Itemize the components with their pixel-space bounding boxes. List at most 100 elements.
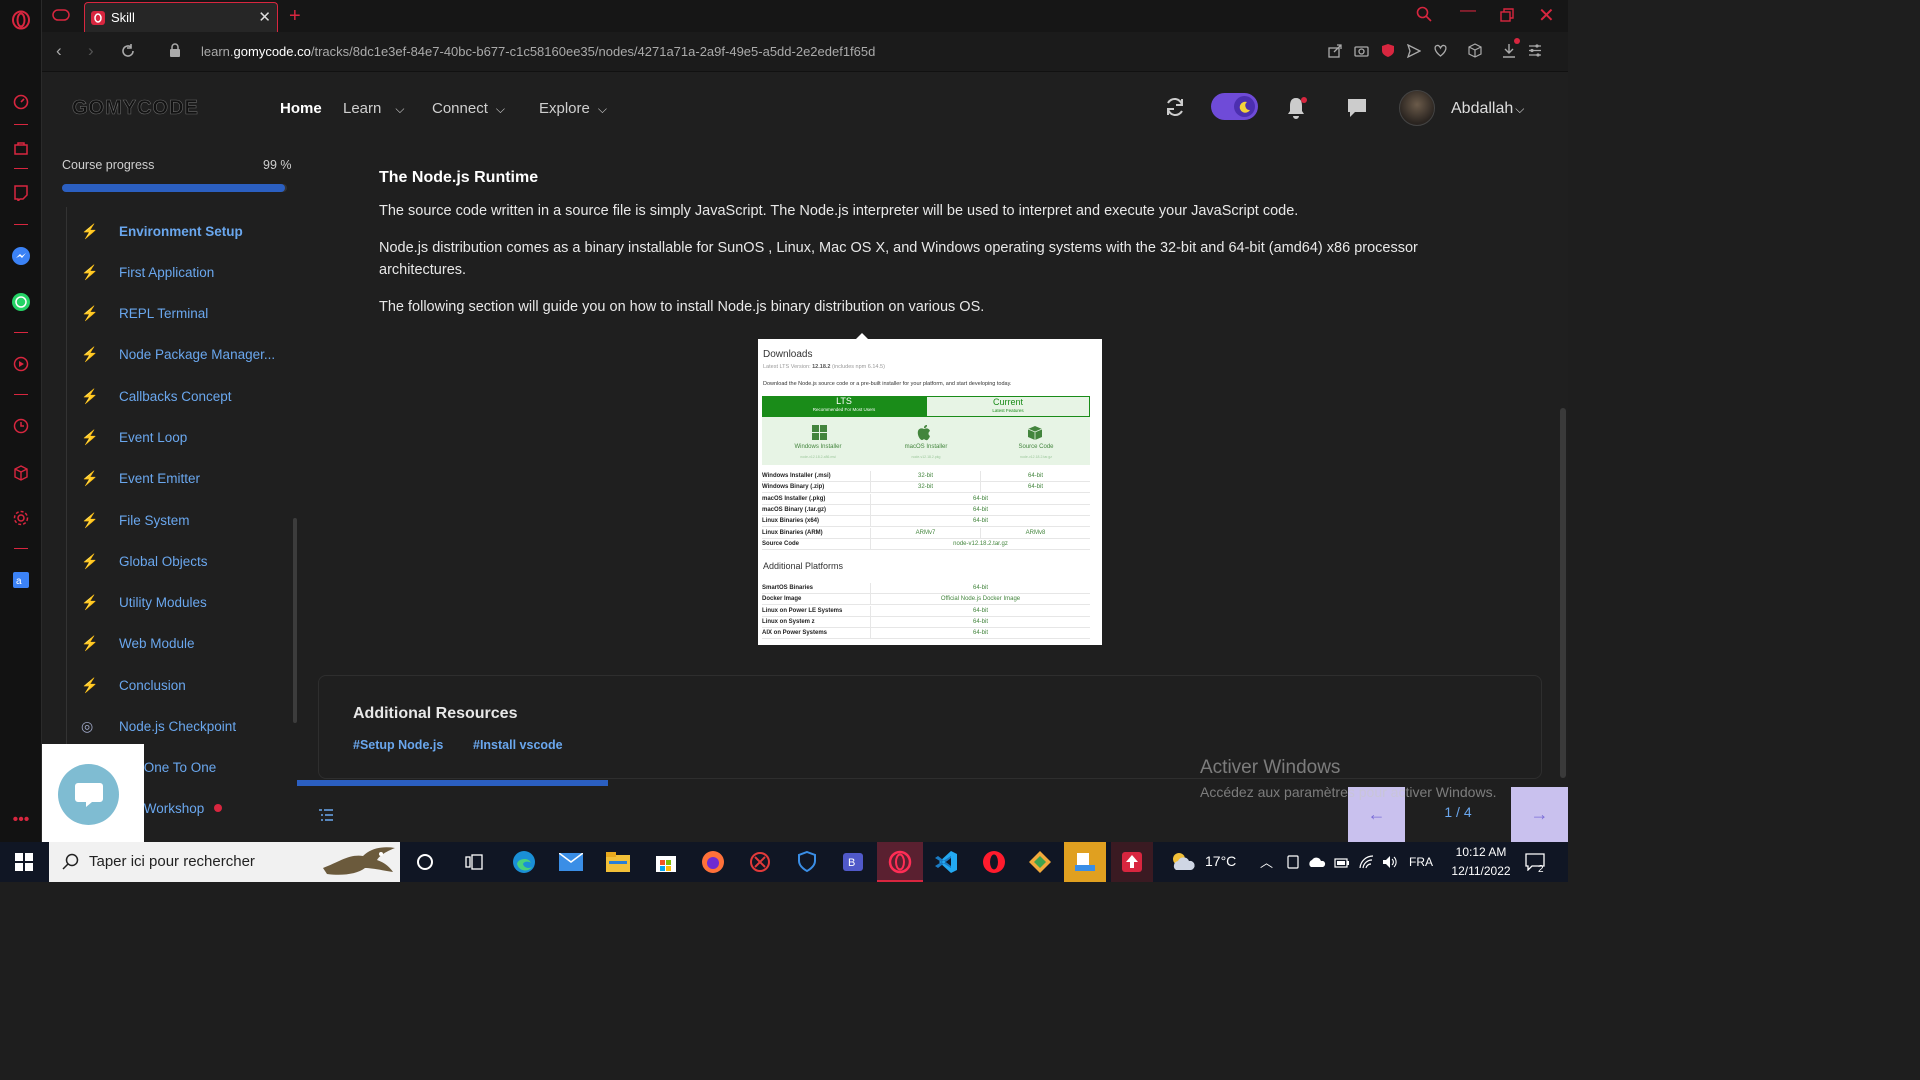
cortana-icon[interactable] [411,848,439,876]
resource-link-install-vscode[interactable]: #Install vscode [473,738,563,752]
download-link[interactable]: 64-bit [870,493,1090,504]
download-link[interactable]: Official Node.js Docker Image [870,594,1090,605]
share-icon[interactable] [1328,43,1342,63]
minimize-icon[interactable]: — [1460,2,1476,20]
download-link[interactable]: 32-bit [870,471,980,481]
chat-icon[interactable] [1346,97,1368,124]
sidebar-item-4[interactable]: ⚡ Node Package Manager... [77,339,297,369]
search-tabs-icon[interactable] [1416,6,1432,27]
clock-time[interactable]: 10:12 AM [1445,845,1517,859]
nav-explore[interactable]: Explore ⌵ [539,100,607,117]
user-menu[interactable]: Abdallah ⌵ [1451,100,1524,118]
sidebar-item-9[interactable]: ⚡ Global Objects [77,546,297,576]
download-link[interactable]: 64-bit [870,504,1090,515]
nav-learn[interactable]: Learn ⌵ [343,100,404,117]
taskbar-search-box[interactable]: Taper ici pour rechercher [49,842,400,882]
download-link[interactable]: 64-bit [870,628,1090,639]
whatsapp-icon[interactable] [9,290,33,314]
history-icon[interactable] [9,414,33,438]
adblock-shield-icon[interactable] [1381,43,1395,63]
chat-widget-button[interactable] [58,764,119,825]
theme-toggle[interactable] [1211,93,1258,120]
sidebar-item-5[interactable]: ⚡ Callbacks Concept [77,381,297,411]
tab-skill[interactable]: Skill ✕ [84,2,278,32]
resource-link-setup-node[interactable]: #Setup Node.js [353,738,443,752]
player-icon[interactable] [9,352,33,376]
gomycode-logo[interactable]: GOMYCODE [72,97,199,120]
taskbar-upload-app[interactable] [1111,842,1153,882]
download-link[interactable]: ARMv8 [980,527,1090,538]
firefox-icon[interactable] [699,848,727,876]
heart-icon[interactable] [1433,44,1448,62]
download-link[interactable]: 64-bit [870,605,1090,616]
avatar[interactable] [1399,90,1435,126]
new-tab-icon[interactable]: + [289,5,301,28]
twitch-icon[interactable] [9,181,33,205]
extensions-cube-icon[interactable] [9,461,33,485]
sidebar-item-7[interactable]: ⚡ Event Emitter [77,463,297,493]
more-dots-icon[interactable]: ••• [9,808,33,832]
sidebar-item-1[interactable]: ⚡ Environment Setup [77,216,297,246]
gamepad-icon[interactable] [52,8,70,27]
tray-wifi-icon[interactable] [1359,855,1375,874]
tray-meet-icon[interactable] [1286,855,1300,874]
edge-icon[interactable] [510,848,538,876]
send-icon[interactable] [1406,43,1422,63]
download-link[interactable]: 64-bit [870,516,1090,527]
download-link[interactable]: 64-bit [980,471,1090,481]
opera-icon[interactable] [980,848,1008,876]
outline-list-icon[interactable] [318,808,334,827]
tray-onedrive-icon[interactable] [1308,855,1326,874]
settings-gear-icon[interactable] [9,506,33,530]
lock-icon[interactable] [169,43,181,63]
url-field[interactable]: learn.gomycode.co/tracks/8dc1e3ef-84e7-4… [201,44,875,59]
taskbar-opera-gx-active[interactable] [877,842,923,882]
sidebar-item-10[interactable]: ⚡ Utility Modules [77,587,297,617]
tray-chevron-up-icon[interactable]: ︿ [1260,852,1273,871]
taskbar-sticky-app[interactable] [1064,842,1106,882]
tray-volume-icon[interactable] [1382,855,1398,874]
sidebar-item-8[interactable]: ⚡ File System [77,505,297,535]
download-icon[interactable] [1502,38,1520,63]
back-icon[interactable]: ‹ [56,41,62,61]
security-shield-icon[interactable] [793,848,821,876]
sidebar-item-3[interactable]: ⚡ REPL Terminal [77,298,297,328]
opera-logo-icon[interactable] [9,8,33,32]
sidebar-item-2[interactable]: ⚡ First Application [77,257,297,287]
vscode-icon[interactable] [932,848,960,876]
nav-connect[interactable]: Connect ⌵ [432,100,505,117]
download-link[interactable]: ARMv7 [870,527,980,538]
sidebar-item-13[interactable]: ◎ Node.js Checkpoint [77,711,297,741]
sidebar-item-12[interactable]: ⚡ Conclusion [77,670,297,700]
speed-dial-icon[interactable] [9,90,33,114]
current-tab[interactable]: Current Latest Features [926,396,1090,417]
next-page-button[interactable]: → [1511,787,1568,842]
translate-icon[interactable]: a [9,568,33,592]
messenger-icon[interactable] [9,244,33,268]
clock-date[interactable]: 12/11/2022 [1445,864,1517,878]
git-kraken-icon[interactable] [1026,848,1054,876]
close-window-icon[interactable]: ✕ [1538,3,1555,28]
bell-icon[interactable] [1285,96,1307,125]
weather-cloud-icon[interactable] [1170,850,1198,877]
installer-source-label[interactable]: Source Code [996,444,1076,450]
weather-temp[interactable]: 17°C [1205,853,1236,869]
file-explorer-icon[interactable] [604,848,632,876]
lts-tab[interactable]: LTS Recommended For Most Users [762,396,926,417]
teams-icon[interactable]: B [839,848,867,876]
tray-battery-icon[interactable] [1334,856,1350,874]
game-app-icon[interactable] [746,848,774,876]
input-language[interactable]: FRA [1409,855,1433,869]
download-link[interactable]: 64-bit [870,616,1090,627]
mail-icon[interactable] [557,848,585,876]
sidebar-item-6[interactable]: ⚡ Event Loop [77,422,297,452]
installer-macos-label[interactable]: macOS Installer [886,444,966,450]
download-link[interactable]: 64-bit [870,583,1090,593]
microsoft-store-icon[interactable] [652,848,680,876]
download-link[interactable]: 64-bit [980,482,1090,493]
forward-icon[interactable]: › [88,41,94,61]
close-tab-icon[interactable]: ✕ [258,8,271,26]
windows-start-icon[interactable] [15,853,33,876]
installer-windows-label[interactable]: Windows Installer [778,444,858,450]
download-link[interactable]: 32-bit [870,482,980,493]
